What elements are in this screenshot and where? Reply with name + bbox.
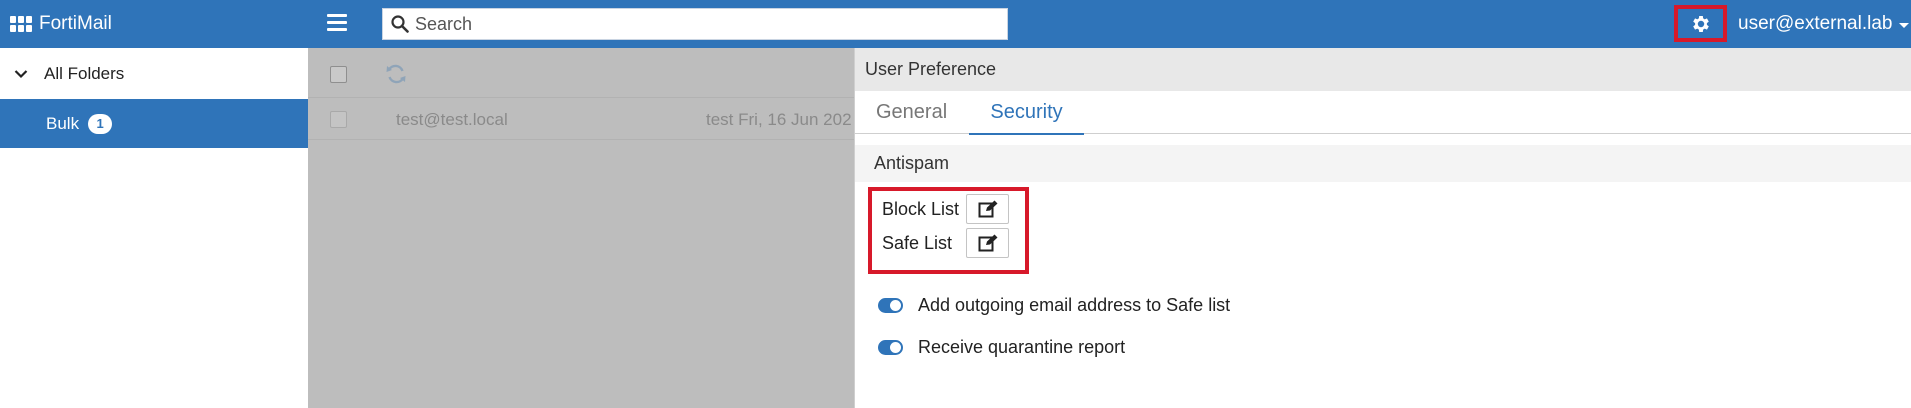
gear-icon <box>1692 15 1709 32</box>
edit-block-list-button[interactable] <box>966 194 1009 224</box>
app-grid-icon <box>10 16 32 32</box>
safe-list-label: Safe List <box>882 232 953 253</box>
block-list-row: Block List <box>882 194 1009 224</box>
edit-safe-list-button[interactable] <box>966 228 1009 258</box>
panel-title: User Preference <box>855 48 1911 91</box>
folder-item-label: Bulk <box>46 113 80 133</box>
tab-general[interactable]: General <box>876 91 947 134</box>
settings-button[interactable] <box>1674 5 1727 42</box>
folder-root-label: All Folders <box>44 63 125 83</box>
safe-list-row: Safe List <box>882 228 1009 258</box>
preference-tabs: General Security <box>855 91 1911 135</box>
message-row[interactable]: test@test.local test Fri, 16 Jun 202 <box>308 99 854 140</box>
message-list-toolbar <box>308 48 854 98</box>
quarantine-report-toggle[interactable] <box>878 339 903 355</box>
app-logo[interactable]: FortiMail <box>10 0 112 48</box>
message-checkbox[interactable] <box>330 111 347 128</box>
sender-lists-group: Block List Safe List <box>868 187 1029 274</box>
search-input[interactable] <box>415 13 995 35</box>
outgoing-safe-list-label: Add outgoing email address to Safe list <box>918 294 1231 315</box>
user-preference-panel: User Preference General Security Antispa… <box>854 48 1911 408</box>
edit-icon <box>978 234 997 252</box>
folder-all-folders[interactable]: All Folders <box>0 48 308 99</box>
search-box[interactable] <box>382 8 1008 40</box>
quarantine-report-label: Receive quarantine report <box>918 336 1126 357</box>
folder-item-bulk[interactable]: Bulk 1 <box>0 99 308 148</box>
top-navigation-bar: FortiMail user@external.lab <box>0 0 1911 48</box>
user-name: user@external.lab <box>1738 13 1893 34</box>
chevron-down-icon <box>14 69 28 78</box>
outgoing-safe-list-toggle[interactable] <box>878 297 903 313</box>
message-list: test@test.local test Fri, 16 Jun 202 <box>308 48 854 408</box>
caret-down-icon <box>1899 22 1910 28</box>
unread-count-badge: 1 <box>88 113 113 134</box>
toggle-row-outgoing-safe-list: Add outgoing email address to Safe list <box>878 293 1230 317</box>
user-menu[interactable]: user@external.lab <box>1738 0 1910 48</box>
select-all-checkbox[interactable] <box>330 66 347 83</box>
block-list-label: Block List <box>882 198 960 219</box>
app-name: FortiMail <box>39 13 112 34</box>
search-icon <box>391 15 409 33</box>
menu-toggle-icon[interactable] <box>327 14 347 32</box>
toggle-row-quarantine-report: Receive quarantine report <box>878 335 1125 359</box>
tab-security[interactable]: Security <box>969 91 1084 135</box>
edit-icon <box>978 200 997 218</box>
message-sender: test@test.local <box>396 110 508 129</box>
section-antispam-header: Antispam <box>855 145 1911 182</box>
refresh-icon[interactable] <box>385 64 407 84</box>
folder-sidebar: All Folders Bulk 1 <box>0 48 308 408</box>
message-subject: test Fri, 16 Jun 202 <box>706 110 852 129</box>
